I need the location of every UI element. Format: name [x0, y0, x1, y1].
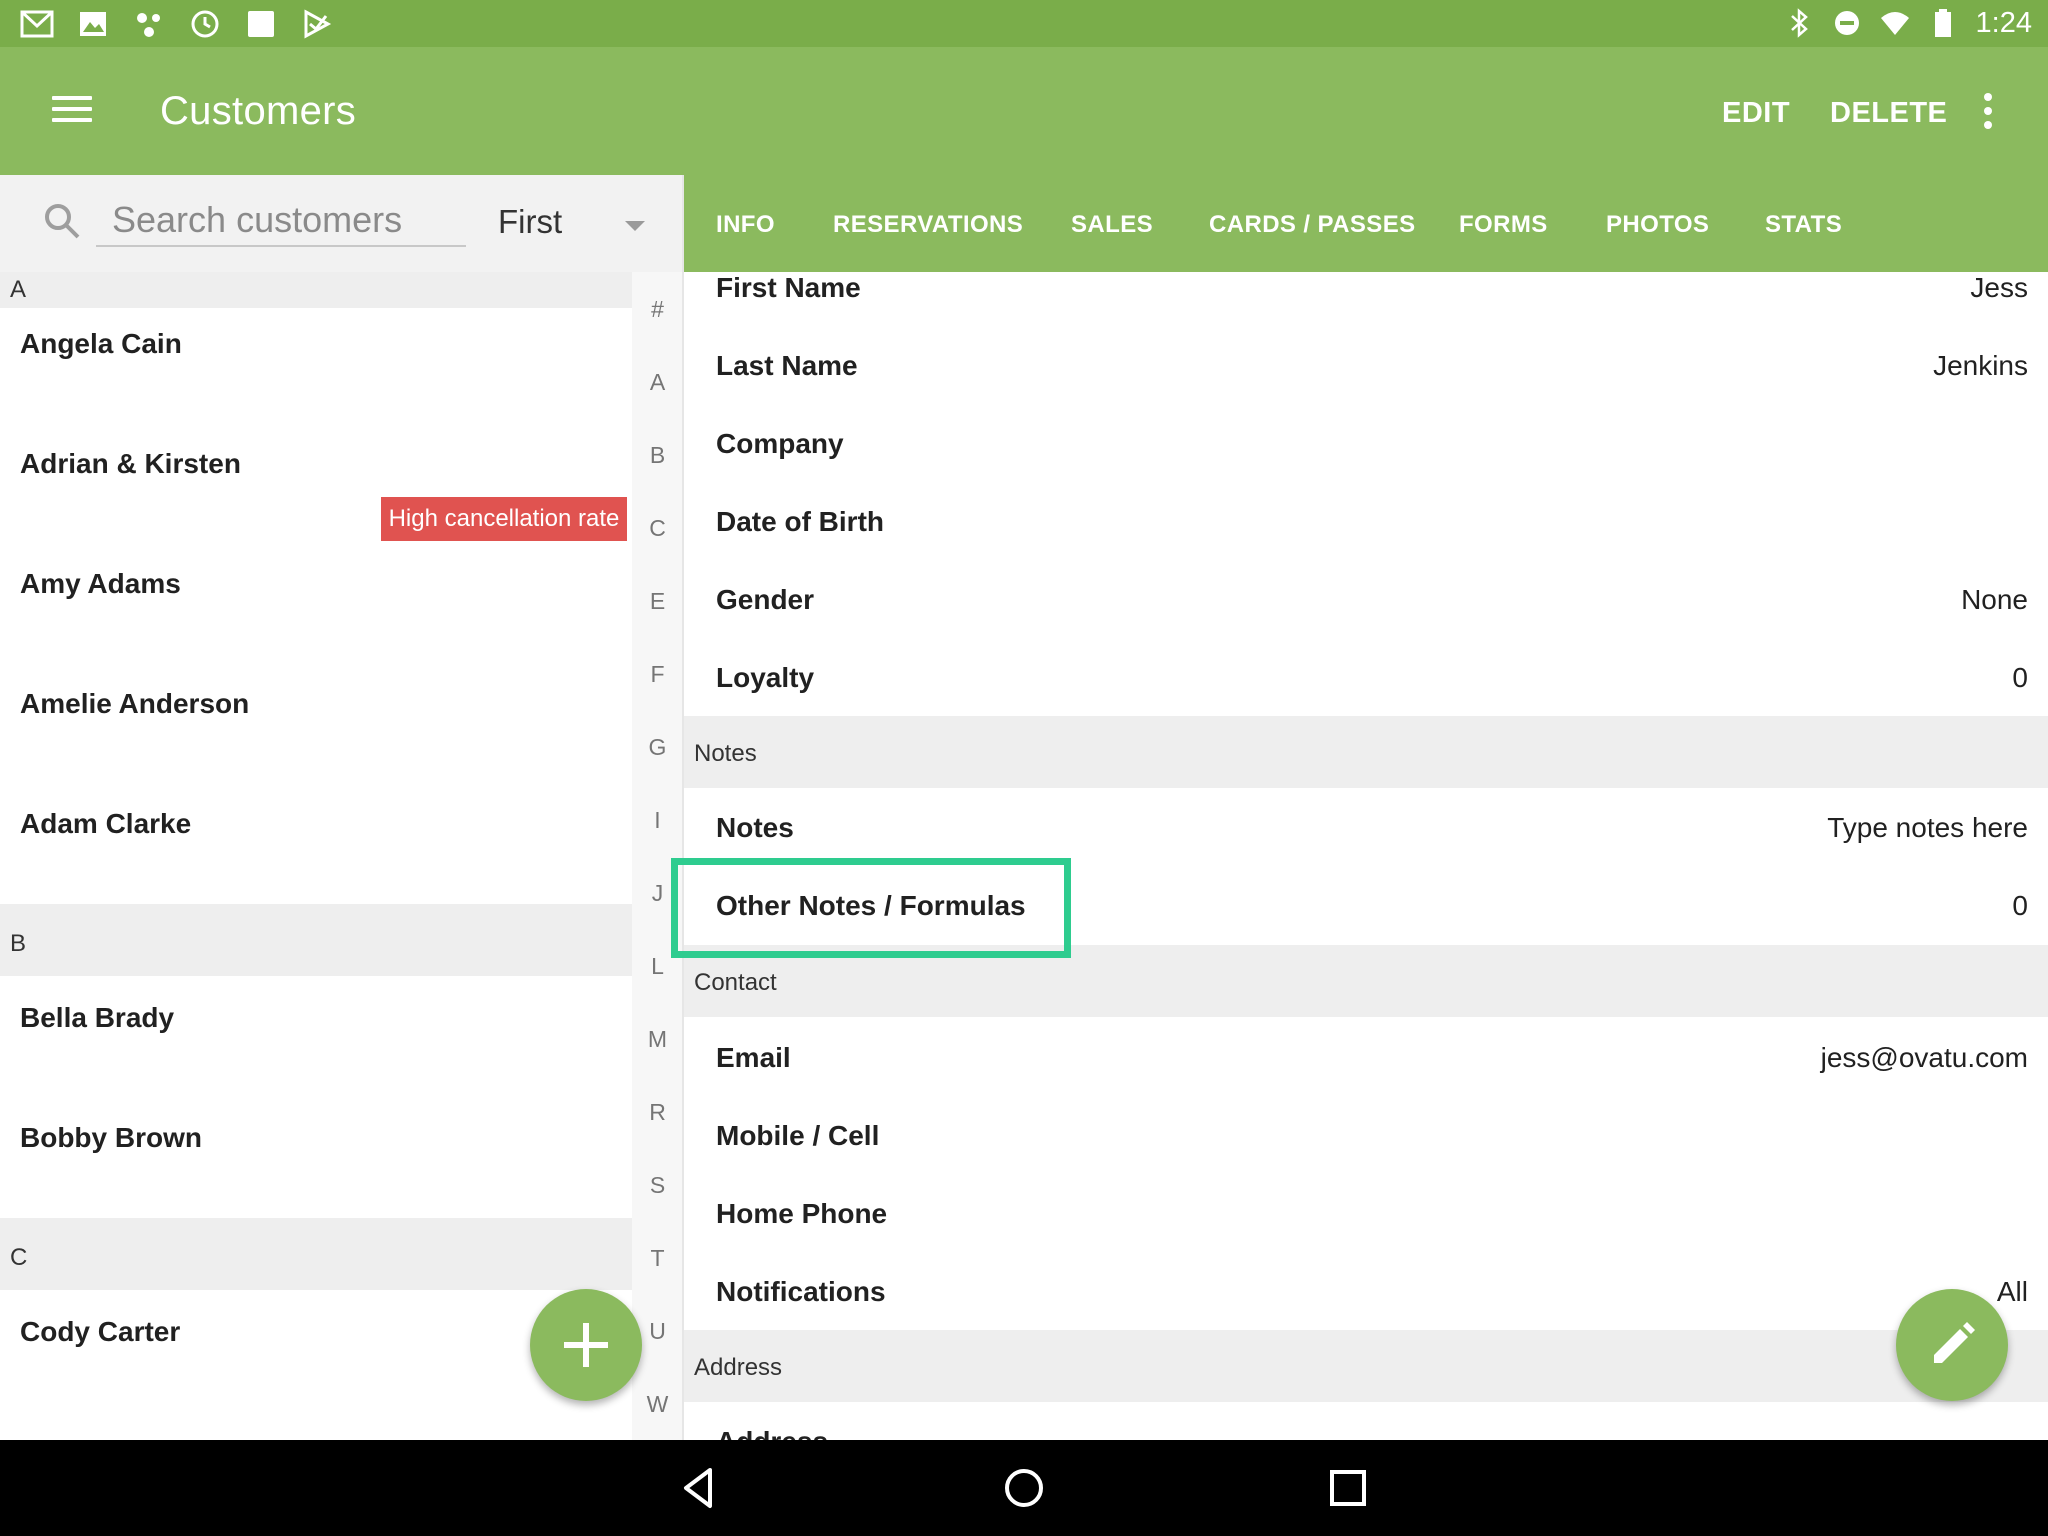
notification-icons: [20, 8, 334, 40]
section-header-address: Address: [684, 1330, 2048, 1402]
sort-value: First: [498, 203, 563, 240]
field-label: Date of Birth: [716, 506, 884, 537]
index-letter[interactable]: E: [632, 588, 683, 615]
square-app-icon: [248, 11, 274, 37]
nearby-icon: [137, 13, 160, 37]
index-letter[interactable]: I: [632, 807, 683, 834]
field-value: None: [1961, 584, 2028, 615]
field-label: Address: [716, 1426, 828, 1440]
tab-sales[interactable]: SALES: [1071, 211, 1153, 239]
navigation-bar: [0, 1440, 2048, 1536]
play-store-icon: [304, 9, 332, 39]
list-item[interactable]: Adam Clarke: [20, 808, 191, 840]
list-item[interactable]: Amy Adams: [20, 568, 181, 600]
field-value[interactable]: jess@ovatu.com: [1821, 1042, 2028, 1074]
chevron-down-icon: [625, 221, 645, 231]
wifi-icon: [1880, 12, 1909, 35]
edit-button[interactable]: EDIT: [1722, 97, 1790, 130]
section-header-notes: Notes: [684, 716, 2048, 788]
field-value: Jenkins: [1933, 350, 2028, 381]
field-value: All: [1996, 1276, 2028, 1307]
highlight-frame: [671, 858, 1071, 958]
list-item[interactable]: Amelie Anderson: [20, 688, 249, 720]
edit-fab-button[interactable]: [1896, 1289, 2008, 1401]
section-header-c: C: [0, 1218, 632, 1290]
section-header-a: A: [0, 272, 632, 308]
clock-icon: [191, 10, 219, 38]
recents-icon[interactable]: [1324, 1464, 1372, 1512]
field-label: Company: [716, 428, 844, 459]
clock-time: 1:24: [1975, 7, 2032, 39]
tab-reservations[interactable]: RESERVATIONS: [833, 211, 1023, 239]
field-label: Loyalty: [716, 662, 815, 693]
tab-info[interactable]: INFO: [716, 211, 775, 239]
status-badge: High cancellation rate: [381, 497, 627, 541]
index-letter[interactable]: F: [632, 661, 683, 688]
field-label: Email: [716, 1042, 791, 1073]
field-label: Last Name: [716, 350, 858, 381]
back-icon[interactable]: [676, 1464, 724, 1512]
tab-stats[interactable]: STATS: [1765, 211, 1842, 239]
gmail-icon: [20, 10, 54, 38]
field-label: Gender: [716, 584, 815, 615]
system-icons: 1:24: [1784, 6, 2032, 40]
index-letter[interactable]: C: [632, 515, 683, 542]
photos-icon: [80, 12, 106, 36]
sort-dropdown[interactable]: First: [480, 193, 660, 253]
tab-cards-passes[interactable]: CARDS / PASSES: [1209, 211, 1416, 239]
plus-icon: [564, 1323, 608, 1367]
customer-list[interactable]: A Angela Cain Adrian & Kirsten High canc…: [0, 272, 632, 1440]
index-letter[interactable]: T: [632, 1245, 683, 1272]
tab-bar: INFO RESERVATIONS SALES CARDS / PASSES F…: [683, 175, 2048, 272]
section-header-b: B: [0, 904, 632, 976]
home-icon[interactable]: [1000, 1464, 1048, 1512]
search-icon: [45, 204, 80, 239]
index-letter[interactable]: W: [632, 1391, 683, 1418]
field-value[interactable]: Type notes here: [1827, 812, 2028, 844]
field-label: First Name: [716, 272, 861, 303]
field-label: Notes: [716, 812, 794, 843]
do-not-disturb-icon: [1834, 11, 1859, 35]
battery-icon: [1934, 9, 1951, 37]
index-letter[interactable]: R: [632, 1099, 683, 1126]
field-label: Mobile / Cell: [716, 1120, 880, 1151]
customer-detail[interactable]: First Name Jess Last Name Jenkins Compan…: [684, 272, 2048, 1440]
more-vert-icon[interactable]: [1976, 93, 2000, 133]
index-letter[interactable]: G: [632, 734, 683, 761]
list-item[interactable]: Bobby Brown: [20, 1122, 202, 1154]
field-value: Jess: [1970, 272, 2028, 303]
list-item[interactable]: Bella Brady: [20, 1002, 174, 1034]
index-letter[interactable]: A: [632, 369, 683, 396]
bluetooth-icon: [1790, 8, 1808, 38]
index-letter[interactable]: M: [632, 1026, 683, 1053]
add-customer-button[interactable]: [530, 1289, 642, 1401]
page-title: Customers: [160, 89, 357, 133]
field-value: 0: [2012, 662, 2028, 693]
hamburger-menu-icon[interactable]: [40, 89, 104, 137]
list-item[interactable]: Angela Cain: [20, 328, 182, 360]
tab-photos[interactable]: PHOTOS: [1606, 211, 1709, 239]
pencil-icon: [1934, 1322, 1975, 1363]
list-item[interactable]: Adrian & Kirsten: [20, 448, 241, 480]
index-letter[interactable]: #: [632, 296, 683, 323]
search-bar: First: [0, 175, 683, 272]
tab-forms[interactable]: FORMS: [1459, 211, 1548, 239]
field-value: 0: [2012, 890, 2028, 921]
status-bar: 1:24: [0, 0, 2048, 47]
list-item[interactable]: Cody Carter: [20, 1316, 180, 1348]
alphabet-index[interactable]: # A B C E F G I J L M R S T U W: [632, 272, 683, 1440]
index-letter[interactable]: B: [632, 442, 683, 469]
search-input[interactable]: [96, 195, 466, 247]
app-bar: Customers EDIT DELETE: [0, 47, 2048, 175]
delete-button[interactable]: DELETE: [1830, 97, 1947, 130]
index-letter[interactable]: S: [632, 1172, 683, 1199]
field-label: Home Phone: [716, 1198, 888, 1229]
field-label: Notifications: [716, 1276, 886, 1307]
